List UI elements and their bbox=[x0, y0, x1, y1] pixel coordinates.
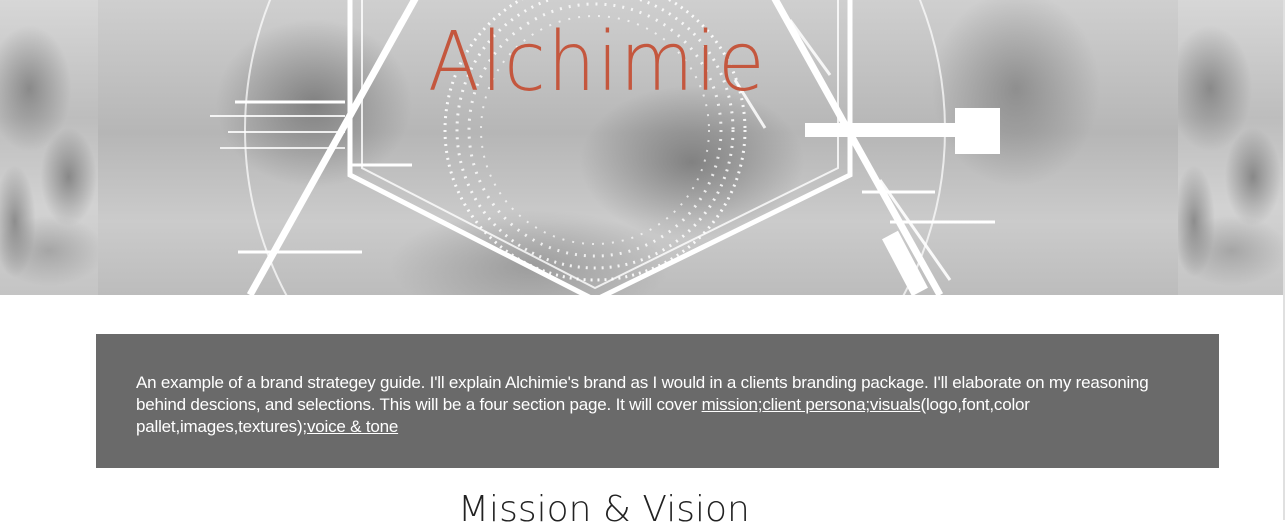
hero-banner: Alchimie bbox=[0, 0, 1285, 295]
intro-panel: An example of a brand strategey guide. I… bbox=[96, 334, 1219, 468]
client-persona-link[interactable]: client persona; bbox=[762, 395, 870, 414]
intro-text: An example of a brand strategey guide. I… bbox=[136, 372, 1179, 438]
voice-tone-link[interactable]: ;voice & tone bbox=[302, 417, 398, 436]
visuals-link[interactable]: visuals bbox=[870, 395, 921, 414]
brand-title: Alchimie bbox=[428, 15, 767, 110]
section-heading-mission: Mission & Vision bbox=[458, 489, 750, 530]
mission-link[interactable]: mission; bbox=[702, 395, 763, 414]
